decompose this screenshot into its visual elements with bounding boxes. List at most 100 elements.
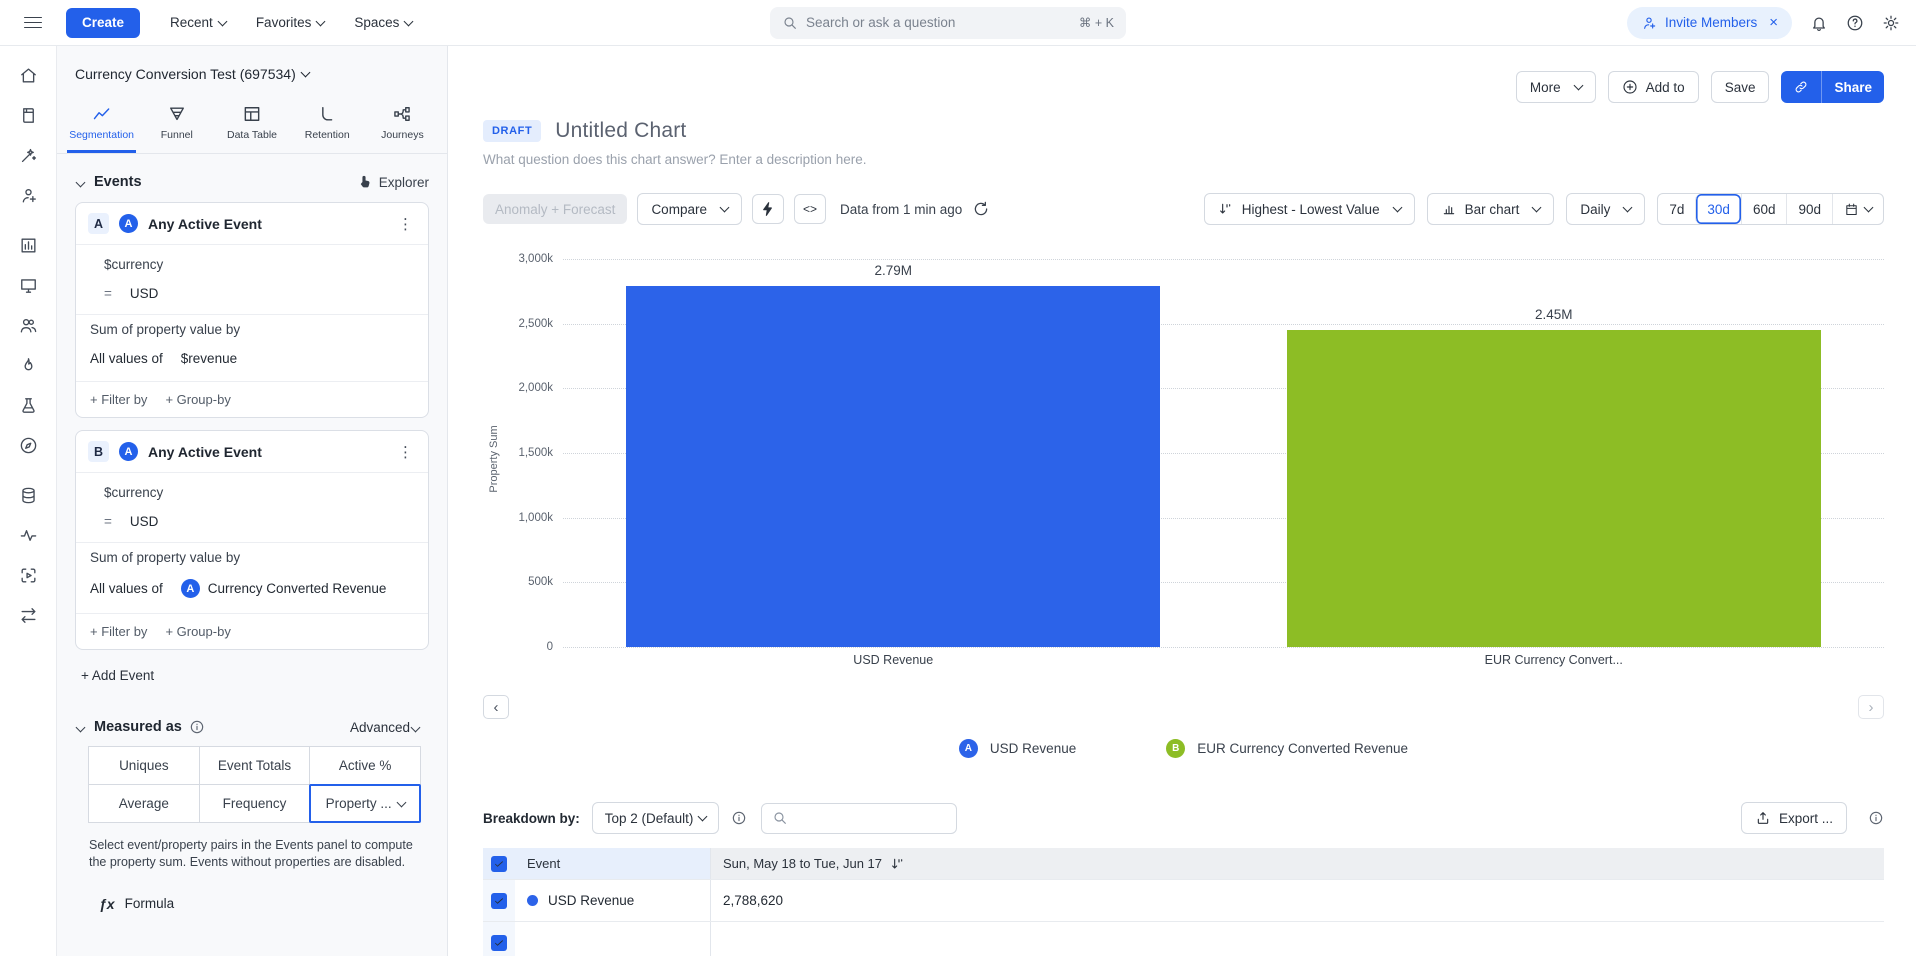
range-7d-button[interactable]: 7d xyxy=(1658,194,1695,224)
chart-title-input[interactable]: Untitled Chart xyxy=(555,119,686,143)
event-card-header[interactable]: AAAny Active Event⋮ xyxy=(76,203,428,245)
info-icon[interactable] xyxy=(189,719,205,735)
select-all-checkbox[interactable] xyxy=(491,856,507,872)
sort-order-select[interactable]: Highest - Lowest Value xyxy=(1204,193,1415,225)
copy-link-icon[interactable] xyxy=(1781,71,1821,103)
rail-session-replay-icon[interactable] xyxy=(11,558,45,592)
refresh-icon[interactable] xyxy=(972,200,990,218)
settings-gear-icon[interactable] xyxy=(1882,14,1900,32)
event-column-header[interactable]: Event xyxy=(515,848,711,879)
filter-by-button[interactable]: + Filter by xyxy=(90,392,147,407)
tab-data-table[interactable]: Data Table xyxy=(217,96,286,153)
row-checkbox[interactable] xyxy=(491,935,507,951)
help-icon[interactable] xyxy=(1846,14,1864,32)
rail-flame-icon[interactable] xyxy=(11,348,45,382)
rail-user-plus-icon[interactable] xyxy=(11,178,45,212)
rail-home-icon[interactable] xyxy=(11,58,45,92)
scroll-right-button[interactable]: › xyxy=(1858,695,1884,719)
range-30d-button[interactable]: 30d xyxy=(1695,194,1741,224)
create-button[interactable]: Create xyxy=(66,8,140,38)
notifications-bell-icon[interactable] xyxy=(1810,14,1828,32)
event-name[interactable]: Any Active Event xyxy=(148,216,386,232)
rail-flask-icon[interactable] xyxy=(11,388,45,422)
rail-users-icon[interactable] xyxy=(11,308,45,342)
bar-1[interactable] xyxy=(626,286,1160,647)
explorer-button[interactable]: Explorer xyxy=(357,174,429,190)
event-property-row[interactable]: $currency xyxy=(76,473,428,507)
collapse-chevron-icon[interactable] xyxy=(76,177,86,187)
property-value[interactable]: USD xyxy=(130,514,159,529)
rail-pathways-icon[interactable] xyxy=(11,598,45,632)
all-values-row[interactable]: All values ofACurrency Converted Revenue xyxy=(76,572,428,605)
compare-button[interactable]: Compare xyxy=(637,193,742,225)
dismiss-invite-icon[interactable]: × xyxy=(1769,14,1778,31)
date-picker-button[interactable] xyxy=(1832,194,1883,224)
spaces-menu[interactable]: Spaces xyxy=(354,15,412,30)
date-column-header[interactable]: Sun, May 18 to Tue, Jun 17 xyxy=(711,848,1884,879)
project-selector[interactable]: Currency Conversion Test (697534) xyxy=(57,46,447,90)
save-button[interactable]: Save xyxy=(1711,71,1770,103)
rail-compass-icon[interactable] xyxy=(11,428,45,462)
kebab-menu-icon[interactable]: ⋮ xyxy=(396,443,416,461)
sum-target[interactable]: ACurrency Converted Revenue xyxy=(181,579,387,598)
scroll-left-button[interactable]: ‹ xyxy=(483,695,509,719)
formula-button[interactable]: ƒx Formula xyxy=(99,896,429,912)
tab-funnel[interactable]: Funnel xyxy=(142,96,211,153)
tab-retention[interactable]: Retention xyxy=(293,96,362,153)
legend-item-a[interactable]: AUSD Revenue xyxy=(959,739,1076,758)
chart-type-select[interactable]: Bar chart xyxy=(1427,193,1555,225)
quick-insights-button[interactable] xyxy=(752,194,784,224)
event-card-header[interactable]: BAAny Active Event⋮ xyxy=(76,431,428,473)
range-60d-button[interactable]: 60d xyxy=(1741,194,1787,224)
rail-notebook-icon[interactable] xyxy=(11,98,45,132)
add-event-button[interactable]: + Add Event xyxy=(75,668,429,683)
rail-database-icon[interactable] xyxy=(11,478,45,512)
measure-option-event-totals[interactable]: Event Totals xyxy=(199,746,311,785)
measure-option-property-[interactable]: Property ... xyxy=(309,784,421,823)
chart-description-input[interactable]: What question does this chart answer? En… xyxy=(483,152,1884,167)
measure-option-active-%[interactable]: Active % xyxy=(309,746,421,785)
tab-segmentation[interactable]: Segmentation xyxy=(67,96,136,153)
row-checkbox[interactable] xyxy=(491,893,507,909)
filter-by-button[interactable]: + Filter by xyxy=(90,624,147,639)
range-90d-button[interactable]: 90d xyxy=(1786,194,1832,224)
rail-charts-icon[interactable] xyxy=(11,228,45,262)
group-by-button[interactable]: + Group-by xyxy=(165,624,230,639)
table-row-partial[interactable] xyxy=(483,922,1884,956)
more-button[interactable]: More xyxy=(1516,71,1596,103)
info-icon[interactable] xyxy=(731,810,747,826)
all-values-row[interactable]: All values of$revenue xyxy=(76,344,428,373)
kebab-menu-icon[interactable]: ⋮ xyxy=(396,215,416,233)
event-name[interactable]: Any Active Event xyxy=(148,444,386,460)
rail-signals-icon[interactable] xyxy=(11,518,45,552)
info-icon[interactable] xyxy=(1868,810,1884,826)
export-button[interactable]: Export ... xyxy=(1741,802,1847,834)
tab-journeys[interactable]: Journeys xyxy=(368,96,437,153)
global-search-input[interactable]: Search or ask a question ⌘ + K xyxy=(770,7,1126,39)
measure-option-frequency[interactable]: Frequency xyxy=(199,784,311,823)
property-filter-row[interactable]: =USD xyxy=(76,279,428,308)
legend-item-b[interactable]: BEUR Currency Converted Revenue xyxy=(1166,739,1408,758)
share-button[interactable]: Share xyxy=(1821,71,1884,103)
breakdown-top-select[interactable]: Top 2 (Default) xyxy=(592,802,720,834)
rail-dashboards-icon[interactable] xyxy=(11,268,45,302)
invite-members-button[interactable]: Invite Members × xyxy=(1627,7,1792,39)
advanced-toggle[interactable]: Advanced xyxy=(350,720,429,735)
group-by-button[interactable]: + Group-by xyxy=(165,392,230,407)
collapse-chevron-icon[interactable] xyxy=(76,722,86,732)
anomaly-forecast-button[interactable]: Anomaly + Forecast xyxy=(483,194,627,224)
add-to-button[interactable]: Add to xyxy=(1608,71,1699,103)
event-cell[interactable]: USD Revenue xyxy=(515,880,711,921)
property-value[interactable]: USD xyxy=(130,286,159,301)
hamburger-menu-icon[interactable] xyxy=(24,17,42,29)
table-row[interactable]: USD Revenue2,788,620 xyxy=(483,880,1884,922)
breakdown-search-input[interactable] xyxy=(761,803,957,834)
favorites-menu[interactable]: Favorites xyxy=(256,15,325,30)
measure-option-average[interactable]: Average xyxy=(88,784,200,823)
measure-option-uniques[interactable]: Uniques xyxy=(88,746,200,785)
recent-menu[interactable]: Recent xyxy=(170,15,226,30)
granularity-select[interactable]: Daily xyxy=(1566,193,1645,225)
bar-2[interactable] xyxy=(1287,330,1821,647)
sum-target[interactable]: $revenue xyxy=(181,351,237,366)
api-code-button[interactable]: <> xyxy=(794,194,826,224)
